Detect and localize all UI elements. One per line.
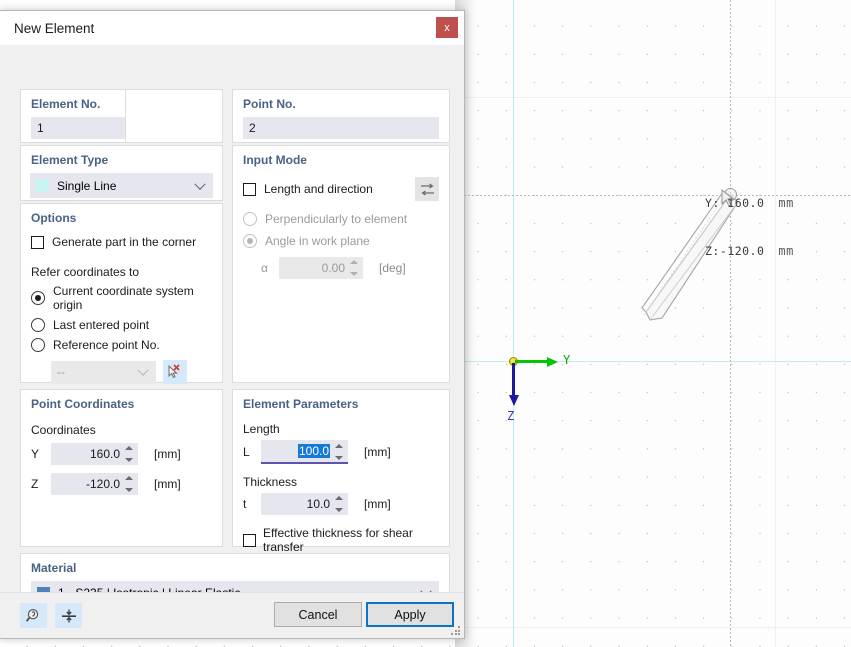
coordinate-row-y: Y [mm] bbox=[31, 443, 222, 465]
refer-option-origin[interactable]: Current coordinate system origin bbox=[31, 284, 222, 312]
options-legend: Options bbox=[31, 211, 77, 225]
thickness-row: t [mm] bbox=[243, 493, 449, 515]
length-sublabel: Length bbox=[243, 422, 280, 436]
coord-y-unit: [mm] bbox=[154, 447, 181, 461]
angle-workplane-radio[interactable] bbox=[243, 234, 257, 248]
pick-point-icon[interactable] bbox=[163, 360, 187, 384]
y-axis-arrow bbox=[515, 360, 549, 363]
z-axis-arrow bbox=[512, 363, 515, 397]
element-parameters-group: Element Parameters Length L 100.0 [mm] T… bbox=[232, 389, 450, 554]
element-type-value: Single Line bbox=[57, 178, 117, 193]
magnifier-settings-icon[interactable] bbox=[20, 603, 47, 628]
chevron-down-icon bbox=[194, 178, 206, 190]
input-mode-group: Input Mode Length and direction Perpendi… bbox=[232, 145, 450, 383]
coord-readout-z-unit: mm bbox=[778, 244, 794, 258]
point-coordinates-legend: Point Coordinates bbox=[31, 397, 135, 411]
point-no-legend: Point No. bbox=[243, 97, 296, 111]
perpendicular-radio[interactable] bbox=[243, 212, 257, 226]
angle-workplane-label: Angle in work plane bbox=[265, 234, 370, 248]
length-label: L bbox=[243, 445, 250, 459]
refer-last-point-radio[interactable] bbox=[31, 318, 45, 332]
length-and-direction-label: Length and direction bbox=[264, 182, 373, 196]
effective-thickness-row[interactable]: Effective thickness for shear transfer bbox=[243, 526, 449, 554]
footer-tools bbox=[20, 603, 82, 628]
thickness-unit: [mm] bbox=[364, 497, 391, 511]
point-no-group: Point No. bbox=[232, 89, 450, 143]
coordinate-readout: Y: 160.0 mm Z:-120.0 mm bbox=[705, 163, 794, 291]
generate-part-checkbox[interactable] bbox=[31, 235, 44, 249]
swap-direction-icon[interactable] bbox=[415, 177, 439, 201]
alpha-unit: [deg] bbox=[379, 261, 406, 275]
thickness-sublabel: Thickness bbox=[243, 475, 298, 489]
perpendicular-label: Perpendicularly to element bbox=[265, 212, 408, 226]
dialog-titlebar[interactable]: New Element x bbox=[0, 11, 464, 45]
apply-button[interactable]: Apply bbox=[366, 602, 454, 627]
element-parameters-legend: Element Parameters bbox=[243, 397, 359, 411]
coord-readout-y-unit: mm bbox=[778, 196, 794, 210]
close-icon[interactable]: x bbox=[436, 17, 458, 38]
new-element-dialog: New Element x Element No. Point No. Elem… bbox=[0, 10, 465, 639]
resize-grip[interactable] bbox=[451, 626, 461, 636]
alpha-spinner[interactable] bbox=[350, 260, 359, 276]
length-spinner[interactable] bbox=[335, 444, 344, 460]
dialog-footer: Cancel Apply bbox=[0, 592, 464, 638]
coordinates-sublabel: Coordinates bbox=[31, 423, 96, 437]
thickness-label: t bbox=[243, 497, 247, 511]
spacer-group bbox=[125, 89, 223, 143]
generate-part-checkbox-row[interactable]: Generate part in the corner bbox=[31, 235, 222, 249]
length-unit: [mm] bbox=[364, 445, 391, 459]
element-type-group: Element Type Single Line bbox=[20, 145, 223, 201]
y-axis-arrowhead bbox=[547, 356, 558, 367]
dialog-body: Element No. Point No. Element Type Singl… bbox=[0, 45, 464, 634]
z-axis-label: Z bbox=[507, 409, 515, 423]
coord-readout-z: Z:-120.0 bbox=[705, 244, 765, 258]
thickness-spinner[interactable] bbox=[335, 496, 344, 512]
refer-reference-point-label: Reference point No. bbox=[53, 338, 160, 352]
length-input-value: 100.0 bbox=[297, 444, 330, 458]
y-axis-label: Y bbox=[563, 353, 571, 367]
refer-option-last-point[interactable]: Last entered point bbox=[31, 318, 222, 332]
refer-coordinates-label: Refer coordinates to bbox=[31, 265, 140, 279]
reference-point-combobox[interactable]: -- bbox=[51, 360, 156, 384]
length-row: L 100.0 [mm] bbox=[243, 440, 449, 464]
point-no-input[interactable] bbox=[243, 117, 439, 139]
chevron-down-icon bbox=[137, 364, 149, 376]
refer-option-reference-point[interactable]: Reference point No. bbox=[31, 338, 222, 352]
coord-readout-y: Y: 160.0 bbox=[705, 196, 765, 210]
coord-z-label: Z bbox=[31, 477, 39, 491]
reference-point-row: -- bbox=[51, 360, 222, 384]
element-type-combobox[interactable]: Single Line bbox=[30, 173, 213, 198]
coord-y-label: Y bbox=[31, 447, 40, 461]
angle-workplane-row[interactable]: Angle in work plane bbox=[243, 234, 449, 248]
dialog-title: New Element bbox=[14, 20, 95, 36]
workplane-axis-vertical bbox=[513, 0, 514, 647]
length-and-direction-checkbox[interactable] bbox=[243, 182, 256, 196]
element-type-legend: Element Type bbox=[31, 153, 109, 167]
refer-origin-radio[interactable] bbox=[31, 291, 45, 305]
align-center-icon[interactable] bbox=[55, 603, 82, 628]
viewport-guide-line bbox=[775, 0, 776, 647]
coordinate-row-z: Z [mm] bbox=[31, 473, 222, 495]
cancel-button[interactable]: Cancel bbox=[274, 602, 362, 627]
element-type-color-swatch bbox=[36, 179, 49, 192]
reference-point-value: -- bbox=[57, 365, 65, 379]
effective-thickness-label: Effective thickness for shear transfer bbox=[263, 526, 413, 554]
material-legend: Material bbox=[31, 561, 77, 575]
length-direction-row[interactable]: Length and direction bbox=[243, 177, 439, 201]
z-axis-arrowhead bbox=[508, 395, 519, 406]
perpendicular-row[interactable]: Perpendicularly to element bbox=[243, 212, 449, 226]
coord-z-spinner[interactable] bbox=[125, 476, 134, 492]
alpha-row: α [deg] bbox=[261, 257, 449, 279]
input-mode-legend: Input Mode bbox=[243, 153, 307, 167]
options-group: Options Generate part in the corner Refe… bbox=[20, 203, 223, 384]
alpha-label: α bbox=[261, 261, 268, 275]
generate-part-label: Generate part in the corner bbox=[52, 235, 197, 249]
refer-origin-label: Current coordinate system origin bbox=[53, 284, 194, 312]
coord-z-unit: [mm] bbox=[154, 477, 181, 491]
refer-reference-point-radio[interactable] bbox=[31, 338, 45, 352]
point-coordinates-group: Point Coordinates Coordinates Y [mm] Z [… bbox=[20, 389, 223, 547]
coord-y-spinner[interactable] bbox=[125, 446, 134, 462]
effective-thickness-checkbox[interactable] bbox=[243, 533, 256, 547]
refer-last-point-label: Last entered point bbox=[53, 318, 150, 332]
